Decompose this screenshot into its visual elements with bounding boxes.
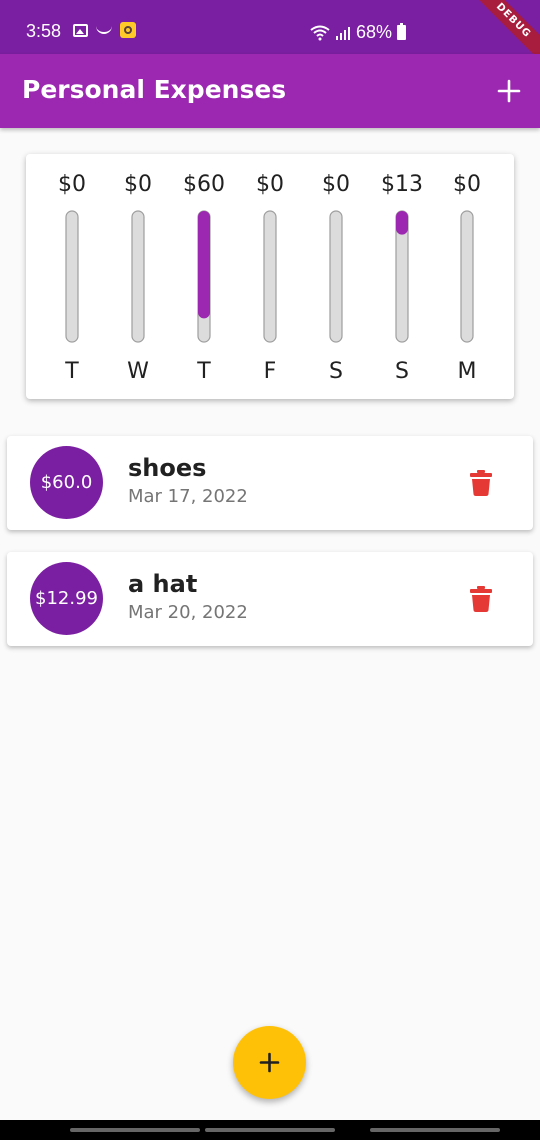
status-time: 3:58 <box>26 21 62 41</box>
transaction-amount-avatar: $60.0 <box>30 446 103 519</box>
status-system-icons: 68% <box>310 22 407 43</box>
status-notification-icons <box>73 22 136 38</box>
day-label: F <box>264 359 277 384</box>
bar-value-label: $0 <box>453 172 481 197</box>
bar-fill <box>396 211 408 235</box>
transaction-title: shoes <box>128 454 207 482</box>
nav-back-handle[interactable] <box>370 1128 500 1132</box>
app-bar: Personal Expenses <box>0 54 540 128</box>
bar-value-label: $0 <box>124 172 152 197</box>
add-icon <box>259 1052 280 1073</box>
page-title: Personal Expenses <box>22 75 287 104</box>
bar-value-label: $60 <box>183 172 225 197</box>
add-icon[interactable] <box>492 74 526 108</box>
bar-track <box>329 210 343 343</box>
transaction-title: a hat <box>128 570 198 598</box>
status-bar: 3:58 68% DEBUG <box>0 0 540 67</box>
weekly-chart-card: $0 T $0 W $60 T $0 F $0 S $13 S $0 M <box>26 154 514 399</box>
transaction-date: Mar 20, 2022 <box>128 602 248 623</box>
bar-value-label: $0 <box>58 172 86 197</box>
bar-track <box>263 210 277 343</box>
day-label: M <box>458 359 477 384</box>
bar-track <box>460 210 474 343</box>
nav-home-handle[interactable] <box>205 1128 335 1132</box>
bar-value-label: $13 <box>381 172 423 197</box>
bar-value-label: $0 <box>322 172 350 197</box>
bar-track <box>65 210 79 343</box>
day-label: T <box>196 359 211 384</box>
bar-track <box>131 210 145 343</box>
weekly-spending-chart: $0 T $0 W $60 T $0 F $0 S $13 S $0 M <box>58 172 481 384</box>
battery-percent: 68% <box>356 22 393 42</box>
transaction-item: $12.99 a hat Mar 20, 2022 <box>7 552 533 646</box>
gallery-icon <box>73 23 88 37</box>
day-label: S <box>329 359 343 384</box>
transaction-item: $60.0 shoes Mar 17, 2022 <box>7 436 533 530</box>
app-notification-icon <box>120 22 136 38</box>
wifi-icon <box>310 25 330 40</box>
delete-icon[interactable] <box>469 586 493 612</box>
delete-icon[interactable] <box>469 470 493 496</box>
transaction-amount-avatar: $12.99 <box>30 562 103 635</box>
day-label: S <box>395 359 409 384</box>
system-nav-bar <box>0 1120 540 1140</box>
bar-value-label: $0 <box>256 172 284 197</box>
day-label: T <box>64 359 79 384</box>
battery-icon <box>397 23 407 40</box>
signal-icon <box>336 26 350 40</box>
smile-icon <box>96 26 112 34</box>
bar-fill <box>198 211 210 319</box>
day-label: W <box>127 359 149 384</box>
add-transaction-fab[interactable] <box>233 1026 306 1099</box>
nav-recent-handle[interactable] <box>70 1128 200 1132</box>
transaction-date: Mar 17, 2022 <box>128 486 248 507</box>
